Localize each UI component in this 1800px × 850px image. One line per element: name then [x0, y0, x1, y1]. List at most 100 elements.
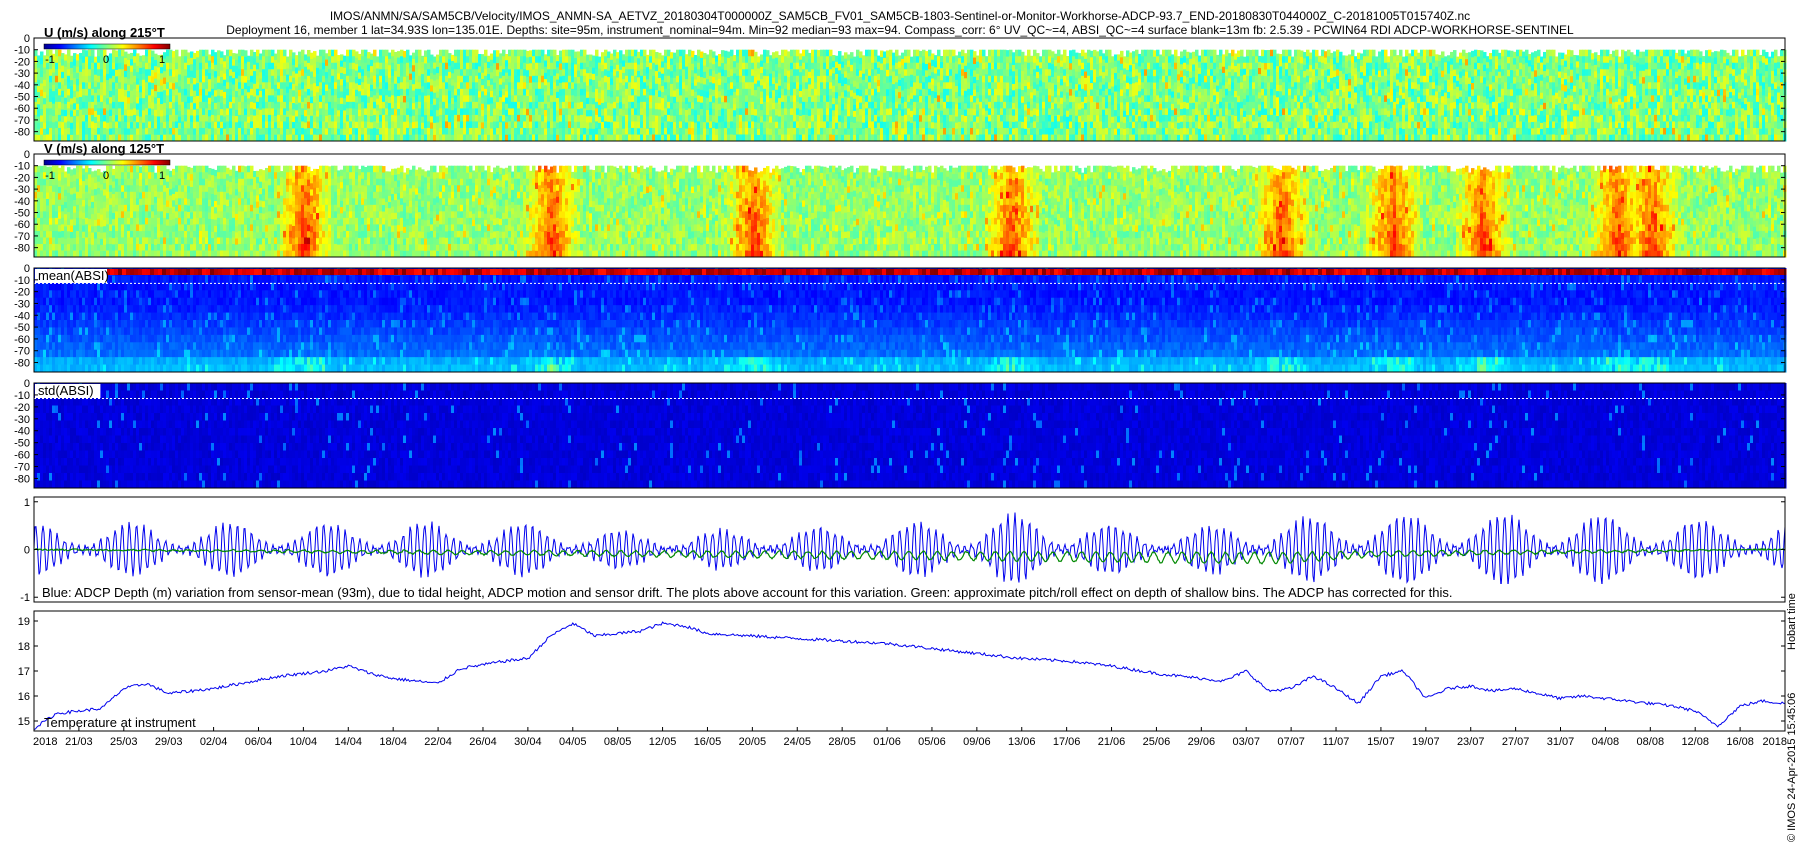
- heat-cell: [952, 95, 956, 103]
- heat-cell: [1015, 101, 1019, 109]
- heat-cell: [973, 96, 977, 104]
- heat-cell: [364, 69, 368, 77]
- heat-cell: [1072, 69, 1076, 77]
- heat-cell: [289, 88, 293, 96]
- heat-cell: [598, 128, 602, 136]
- heat-cell: [745, 114, 749, 122]
- heat-cell: [1090, 128, 1094, 136]
- heat-cell: [61, 109, 65, 117]
- heat-cell: [1057, 82, 1061, 90]
- heat-cell: [658, 71, 662, 79]
- heat-cell: [649, 114, 653, 122]
- heat-cell: [943, 121, 947, 129]
- heat-cell: [319, 108, 323, 116]
- heat-cell: [496, 89, 500, 97]
- heat-cell: [769, 73, 773, 81]
- heat-cell: [745, 108, 749, 116]
- heat-cell: [841, 79, 845, 87]
- heat-cell: [763, 88, 767, 96]
- heat-cell: [721, 121, 725, 129]
- heat-cell: [1027, 82, 1031, 90]
- heat-cell: [424, 89, 428, 97]
- heat-cell: [421, 110, 425, 118]
- heat-cell: [349, 69, 353, 77]
- heat-cell: [1102, 103, 1106, 111]
- heat-cell: [760, 110, 764, 117]
- heat-cell: [274, 84, 278, 92]
- heat-cell: [856, 56, 860, 64]
- heat-cell: [715, 55, 719, 63]
- heat-cell: [166, 56, 170, 64]
- heat-cell: [85, 50, 89, 58]
- heat-cell: [988, 114, 992, 122]
- heat-cell: [142, 73, 146, 81]
- heat-cell: [841, 104, 845, 111]
- heat-cell: [823, 101, 827, 109]
- heat-cell: [550, 82, 554, 90]
- heat-cell: [121, 95, 125, 103]
- heat-cell: [790, 62, 794, 70]
- heat-cell: [802, 108, 806, 116]
- heat-cell: [859, 83, 863, 91]
- heat-cell: [355, 108, 359, 116]
- heat-cell: [670, 109, 674, 117]
- heat-cell: [490, 116, 494, 123]
- heat-cell: [382, 95, 386, 103]
- heat-cell: [436, 116, 440, 123]
- heat-cell: [793, 69, 797, 77]
- heat-cell: [781, 82, 785, 90]
- heat-cell: [808, 96, 812, 104]
- heat-cell: [295, 79, 299, 87]
- heat-cell: [304, 91, 308, 99]
- heat-cell: [169, 88, 173, 96]
- heat-cell: [253, 71, 257, 78]
- heat-cell: [934, 67, 938, 75]
- heat-cell: [352, 95, 356, 103]
- heat-cell: [181, 88, 185, 96]
- heat-cell: [1009, 114, 1013, 122]
- heat-cell: [520, 95, 524, 103]
- heat-cell: [940, 98, 944, 106]
- heat-cell: [370, 53, 374, 61]
- heat-cell: [340, 85, 344, 92]
- heat-cell: [490, 78, 494, 86]
- heat-cell: [538, 101, 542, 109]
- heat-cell: [478, 97, 482, 105]
- heat-cell: [919, 134, 923, 142]
- heat-cell: [547, 95, 551, 103]
- heat-cell: [532, 114, 536, 122]
- heat-cell: [331, 88, 335, 96]
- heat-cell: [448, 84, 452, 92]
- heat-cell: [622, 54, 626, 61]
- heat-cell: [373, 108, 377, 116]
- heat-cell: [364, 75, 368, 83]
- heat-cell: [115, 50, 119, 58]
- heat-cell: [340, 79, 344, 86]
- heat-cell: [832, 79, 836, 87]
- heat-cell: [697, 82, 701, 90]
- heat-cell: [436, 110, 440, 117]
- heat-cell: [1078, 109, 1082, 117]
- heat-cell: [91, 101, 95, 109]
- heat-cell: [856, 121, 860, 129]
- heat-cell: [775, 96, 779, 104]
- heat-cell: [133, 101, 137, 109]
- heat-cell: [892, 109, 896, 117]
- heat-cell: [331, 127, 335, 135]
- heat-cell: [484, 127, 488, 135]
- heat-cell: [163, 83, 167, 91]
- heat-cell: [463, 62, 467, 70]
- heat-cell: [532, 121, 536, 129]
- heat-cell: [364, 121, 368, 129]
- heat-cell: [1033, 134, 1037, 142]
- heat-cell: [796, 121, 800, 129]
- heat-cell: [574, 134, 578, 142]
- heat-cell: [1009, 134, 1013, 142]
- heat-cell: [814, 114, 818, 122]
- heat-cell: [343, 116, 347, 124]
- heat-cell: [229, 82, 233, 90]
- heat-cell: [1069, 115, 1073, 123]
- heat-cell: [841, 98, 845, 105]
- heat-cell: [607, 109, 611, 116]
- heat-cell: [583, 69, 587, 77]
